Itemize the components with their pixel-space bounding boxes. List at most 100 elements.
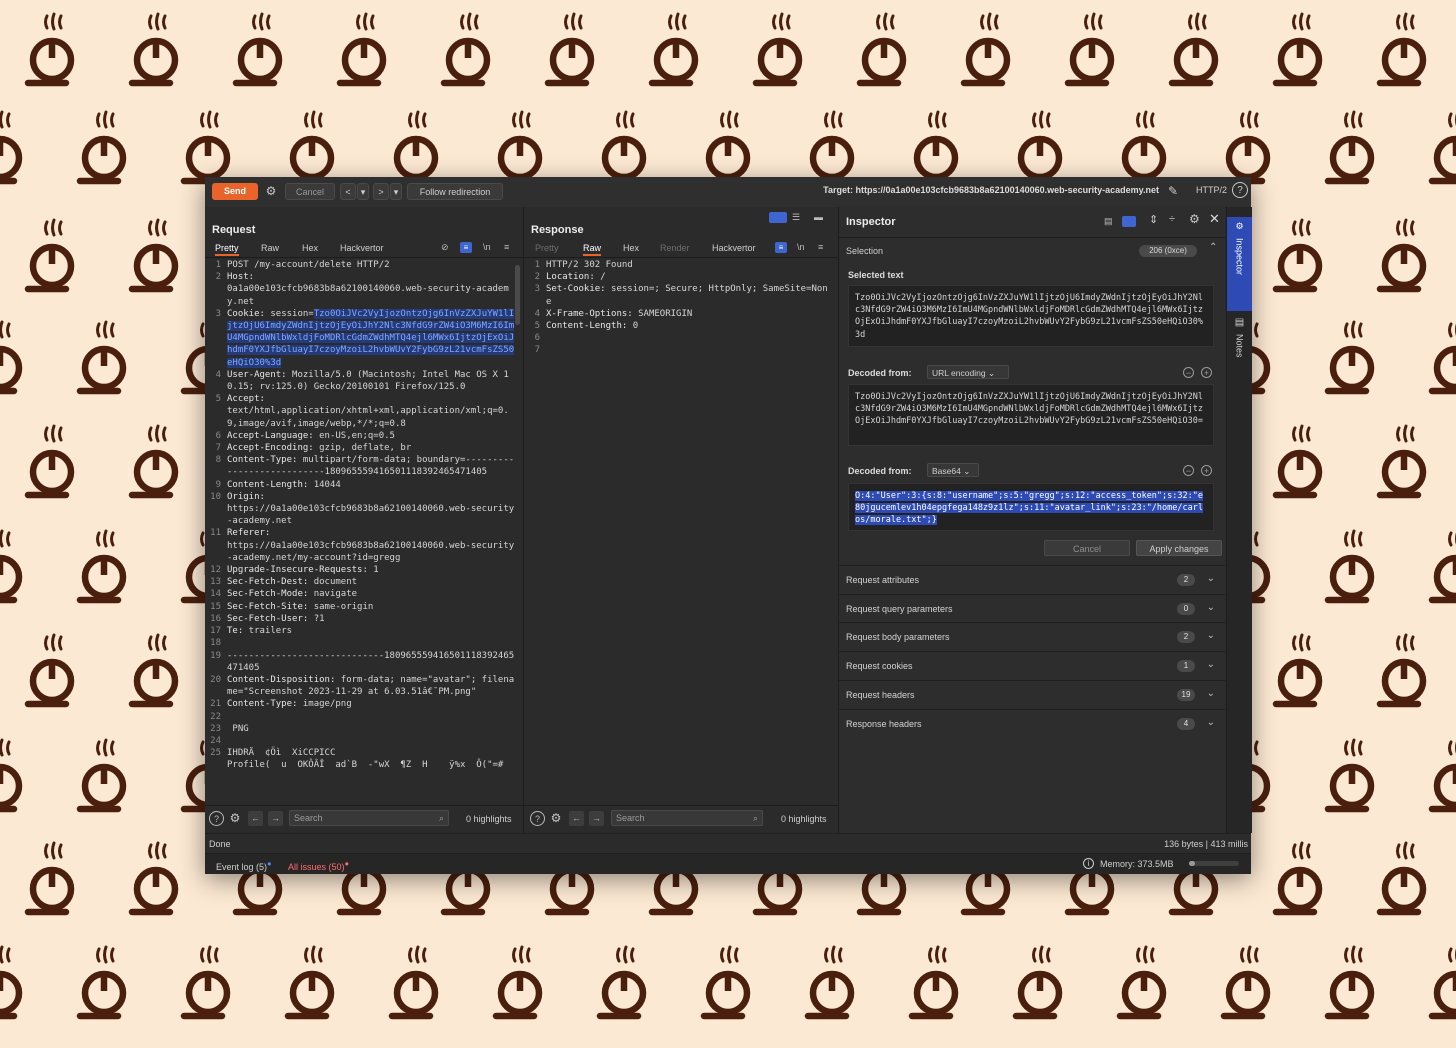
- line-number: 6: [215, 430, 221, 441]
- side-tab-notes[interactable]: ▤ Notes: [1227, 317, 1252, 377]
- inspector-section-row[interactable]: Request body parameters 2 ⌄: [839, 622, 1225, 651]
- add-decoder-icon[interactable]: +: [1201, 465, 1212, 476]
- inspector-section-row[interactable]: Request attributes 2 ⌄: [839, 565, 1225, 594]
- follow-redirection-button[interactable]: Follow redirection: [407, 183, 503, 200]
- decoder-select-1[interactable]: URL encoding ⌄: [927, 365, 1009, 379]
- response-editor[interactable]: 1 HTTP/2 302 Found 2 Location: / 3 Set-Cookie…: [524, 259, 838, 806]
- side-tab-inspector[interactable]: ⚙ Inspector: [1227, 217, 1252, 311]
- response-title: Response: [531, 224, 584, 236]
- request-tab-pretty[interactable]: Pretty: [215, 243, 239, 256]
- coffee-cup-logo-icon: [1068, 14, 1111, 83]
- apply-changes-button[interactable]: Apply changes: [1136, 540, 1222, 556]
- request-pane: Request Pretty Raw Hex Hackvertor ⊘ ≡ \n…: [205, 207, 524, 833]
- request-tab-hex[interactable]: Hex: [302, 243, 318, 253]
- chevron-down-icon[interactable]: ⌄: [1207, 630, 1215, 641]
- search-icon: ⌕: [752, 813, 758, 823]
- inspector-section-row[interactable]: Request headers 19 ⌄: [839, 679, 1225, 709]
- cancel-button[interactable]: Cancel: [285, 183, 335, 200]
- menu-icon[interactable]: ≡: [818, 242, 823, 252]
- inspector-section-count: 2: [1177, 631, 1195, 644]
- line-content: Content-Length: 0: [546, 320, 838, 332]
- inspector-section-row[interactable]: Request query parameters 0 ⌄: [839, 593, 1225, 623]
- gear-icon[interactable]: ⚙: [227, 810, 243, 827]
- target-url: Target: https://0a1a00e103cfcb9683b8a621…: [823, 185, 1159, 195]
- coffee-cup-logo-icon: [28, 14, 71, 83]
- issues-dot-icon: ●: [344, 859, 350, 868]
- coffee-cup-logo-icon: [236, 14, 279, 83]
- forward-dropdown-chevron-icon[interactable]: ▾: [390, 183, 402, 200]
- coffee-cup-logo-icon: [0, 740, 19, 809]
- remove-decoder-icon[interactable]: −: [1183, 465, 1194, 476]
- request-tab-raw[interactable]: Raw: [261, 243, 279, 253]
- send-button[interactable]: Send: [212, 183, 258, 200]
- inspector-section-row[interactable]: Request cookies 1 ⌄: [839, 651, 1225, 680]
- add-decoder-icon[interactable]: +: [1201, 367, 1212, 378]
- back-button[interactable]: <: [340, 183, 356, 200]
- chevron-down-icon[interactable]: ⌄: [1207, 602, 1215, 613]
- search-previous-arrow-icon[interactable]: ←: [248, 811, 263, 826]
- response-tab-hex[interactable]: Hex: [623, 243, 639, 253]
- newline-toggle[interactable]: \n: [483, 242, 491, 252]
- layout-split-icon[interactable]: [769, 212, 787, 223]
- help-icon[interactable]: ?: [1232, 182, 1248, 198]
- gear-icon[interactable]: ⚙: [1189, 212, 1200, 226]
- decoded-url-box[interactable]: Tzo0OiJVc2VyIjozOntzOjg6InVzZXJuYW1lIjtz…: [848, 384, 1214, 446]
- search-next-arrow-icon[interactable]: →: [589, 811, 604, 826]
- inspector-section-count: 19: [1177, 688, 1195, 701]
- layout-rows-icon[interactable]: ☰: [792, 212, 808, 223]
- chevron-down-icon[interactable]: ⌄: [1207, 659, 1215, 670]
- help-icon[interactable]: ?: [530, 811, 545, 826]
- all-issues-link[interactable]: All issues (50)●: [288, 859, 349, 872]
- response-tab-raw[interactable]: Raw: [583, 243, 602, 256]
- editor-line: 22: [205, 711, 523, 723]
- event-log-link[interactable]: Event log (5)●: [216, 859, 272, 872]
- wrap-lines-icon[interactable]: ≡: [460, 242, 472, 253]
- edit-target-pencil-icon[interactable]: ✎: [1165, 183, 1181, 200]
- help-icon[interactable]: ?: [209, 811, 224, 826]
- forward-button[interactable]: >: [373, 183, 389, 200]
- coffee-cup-logo-icon: [1120, 947, 1163, 1016]
- collapse-chevron-up-icon[interactable]: ⌃: [1209, 242, 1217, 253]
- selected-text-box[interactable]: Tzo0OiJVc2VyIjozOntzOjg6InVzZXJuYW1lIjtz…: [848, 285, 1214, 347]
- layout-tabs-icon[interactable]: ▬: [814, 212, 830, 223]
- gear-icon[interactable]: ⚙: [263, 183, 279, 200]
- chevron-down-icon[interactable]: ⌄: [1207, 573, 1215, 584]
- search-previous-arrow-icon[interactable]: ←: [569, 811, 584, 826]
- menu-icon[interactable]: ≡: [504, 242, 509, 252]
- expand-all-icon[interactable]: ⇕: [1149, 213, 1158, 226]
- line-content: Te: trailers: [227, 625, 523, 637]
- back-dropdown-chevron-icon[interactable]: ▾: [357, 183, 369, 200]
- inspector-layout-active-icon[interactable]: [1122, 216, 1136, 227]
- cancel-changes-button[interactable]: Cancel: [1044, 540, 1130, 556]
- response-tab-render[interactable]: Render: [660, 243, 690, 253]
- request-editor[interactable]: 1 POST /my-account/delete HTTP/2 2 Host: 0a…: [205, 259, 523, 806]
- response-tab-hackvertor[interactable]: Hackvertor: [712, 243, 756, 253]
- collapse-all-icon[interactable]: ÷: [1169, 213, 1175, 225]
- chevron-down-icon[interactable]: ⌄: [1207, 688, 1215, 699]
- search-next-arrow-icon[interactable]: →: [268, 811, 283, 826]
- info-icon[interactable]: i: [1083, 858, 1094, 869]
- response-search-input[interactable]: Search ⌕: [611, 810, 763, 826]
- remove-decoder-icon[interactable]: −: [1183, 367, 1194, 378]
- wrap-lines-icon[interactable]: ≡: [775, 242, 787, 253]
- header-value: 14044: [308, 479, 341, 490]
- editor-line: 7 Accept-Encoding: gzip, deflate, br: [205, 442, 523, 454]
- newline-toggle[interactable]: \n: [797, 242, 805, 252]
- http-version-label[interactable]: HTTP/2: [1196, 185, 1227, 195]
- hide-nonprintable-eye-icon[interactable]: ⊘: [441, 242, 449, 253]
- inspector-section-count: 2: [1177, 574, 1195, 586]
- close-icon[interactable]: ✕: [1209, 211, 1220, 227]
- coffee-cup-logo-icon: [132, 843, 175, 912]
- response-tab-pretty[interactable]: Pretty: [535, 243, 559, 253]
- decoder-select-2[interactable]: Base64 ⌄: [927, 463, 979, 477]
- chevron-down-icon[interactable]: ⌄: [1207, 717, 1215, 728]
- inspector-section-row[interactable]: Response headers 4 ⌄: [839, 708, 1225, 738]
- coffee-cup-logo-icon: [1328, 531, 1371, 600]
- request-tab-hackvertor[interactable]: Hackvertor: [340, 243, 384, 253]
- burp-repeater-window: Send ⚙ Cancel < ▾ > ▾ Follow redirection…: [205, 177, 1252, 874]
- inspector-layout-icon[interactable]: ▤: [1104, 216, 1118, 227]
- gear-icon[interactable]: ⚙: [548, 810, 564, 827]
- request-scrollbar[interactable]: [515, 265, 520, 325]
- decoded-base64-box[interactable]: O:4:"User":3:{s:8:"username";s:5:"gregg"…: [848, 483, 1214, 531]
- request-search-input[interactable]: Search ⌕: [289, 810, 449, 826]
